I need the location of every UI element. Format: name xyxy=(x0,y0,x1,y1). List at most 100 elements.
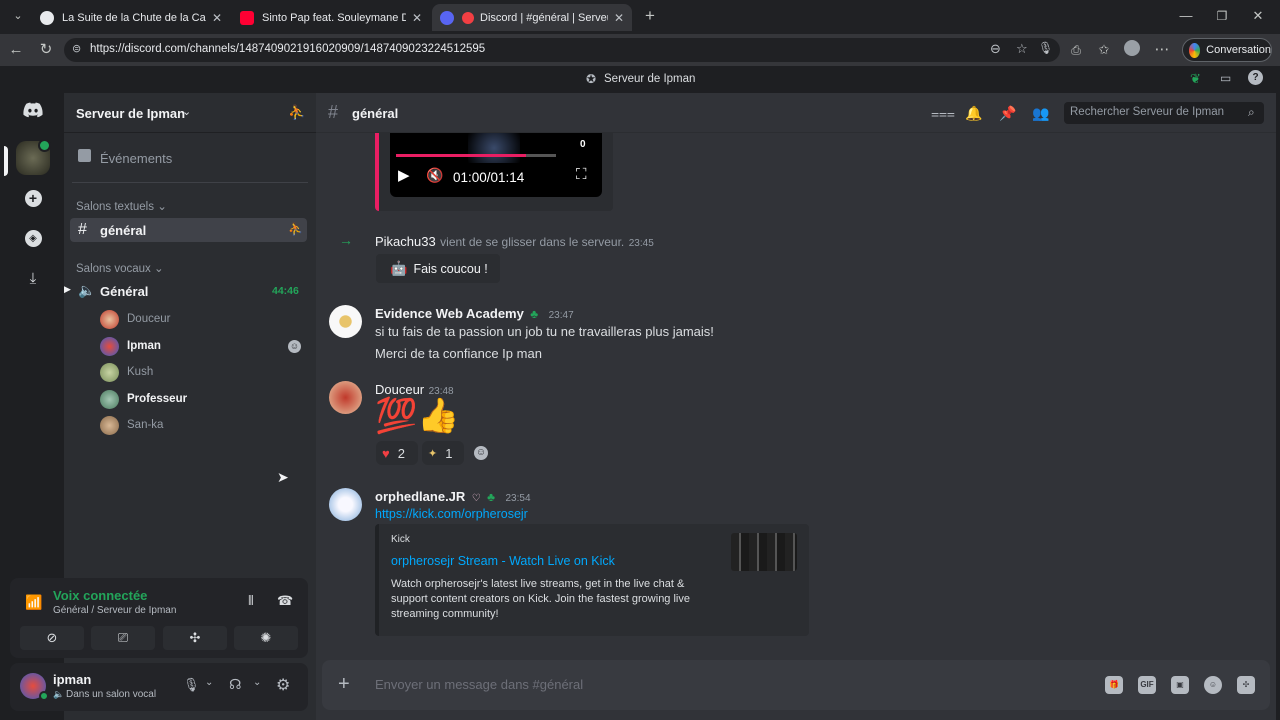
message-author[interactable]: Evidence Web Academy xyxy=(375,306,524,321)
explore-servers-icon[interactable]: ◈ xyxy=(18,223,48,253)
back-icon[interactable]: ← xyxy=(6,40,26,60)
soundboard-button[interactable]: ✺ xyxy=(234,626,298,650)
server-ipman-icon[interactable] xyxy=(16,139,51,175)
site-info-icon[interactable]: ⊜ xyxy=(72,42,81,55)
headphones-icon[interactable]: ☊ xyxy=(229,676,241,693)
thumbs-up-emoji: 👍 xyxy=(417,397,460,435)
username[interactable]: ipman xyxy=(53,672,91,687)
chevron-down-icon[interactable]: ⌄ xyxy=(205,677,213,688)
notification-bell-icon[interactable]: 🔔 xyxy=(965,105,983,123)
reaction-heart[interactable]: ♥ 2 xyxy=(376,441,418,465)
member-list-icon[interactable]: 👥 xyxy=(1032,105,1050,123)
apps-icon[interactable]: ✣ xyxy=(1237,676,1255,694)
chevron-down-icon[interactable]: ⌄ xyxy=(182,105,191,118)
activities-button[interactable]: ✣ xyxy=(163,626,227,650)
browser-tab-3-active[interactable]: Discord | #général | Serveur d ✕ xyxy=(432,4,632,31)
browser-tab-1[interactable]: La Suite de la Chute de la Cabale ✕ xyxy=(32,4,230,31)
avatar[interactable] xyxy=(329,488,362,521)
tab-label: Sinto Pap feat. Souleymane Diama xyxy=(262,11,406,24)
invite-people-icon[interactable]: ⛹ xyxy=(288,104,305,121)
camera-off-button[interactable]: ⊘ xyxy=(20,626,84,650)
restore-icon[interactable]: ❐ xyxy=(1212,6,1232,26)
bookmark-star-icon[interactable]: ☆ xyxy=(1016,41,1028,57)
disconnect-icon[interactable]: ☎ xyxy=(277,593,293,609)
reading-mode-icon[interactable]: ⎙ xyxy=(1066,40,1086,60)
inbox-icon[interactable]: ▭ xyxy=(1220,71,1231,85)
video-player[interactable]: 0 ▶ 🔇 01:00/01:14 ⛶ xyxy=(390,133,602,197)
server-name[interactable]: Serveur de Ipman xyxy=(76,106,185,121)
close-tab-icon[interactable]: ✕ xyxy=(614,11,624,25)
menu-dots-icon[interactable]: ⋯ xyxy=(1152,40,1172,60)
download-apps-icon[interactable]: ⤓ xyxy=(18,263,48,293)
url-text[interactable]: https://discord.com/channels/14874090219… xyxy=(90,43,485,55)
search-icon[interactable]: ⌕ xyxy=(1248,105,1255,120)
voice-user-kush[interactable]: Kush xyxy=(100,362,153,382)
mute-icon[interactable]: 🔇 xyxy=(426,167,443,184)
emoji-picker-icon[interactable]: ☺ xyxy=(1204,676,1222,694)
chevron-down-icon[interactable]: ⌄ xyxy=(253,677,261,688)
signal-icon[interactable]: 📶 xyxy=(25,594,42,611)
gift-icon[interactable]: 🎁 xyxy=(1105,676,1123,694)
fullscreen-icon[interactable]: ⛶ xyxy=(576,166,587,183)
events-item[interactable]: Événements xyxy=(72,147,308,169)
embed-thumbnail[interactable] xyxy=(731,533,797,571)
voice-location[interactable]: Général / Serveur de Ipman xyxy=(53,605,176,616)
avatar xyxy=(100,362,119,382)
reload-icon[interactable]: ↻ xyxy=(36,40,56,60)
window-close-icon[interactable]: ✕ xyxy=(1248,6,1268,26)
gif-picker-button[interactable]: GIF xyxy=(1138,676,1156,694)
message-link[interactable]: https://kick.com/orpherosejr xyxy=(375,507,528,521)
avatar[interactable] xyxy=(329,305,362,338)
add-server-icon[interactable]: + xyxy=(18,183,48,213)
text-channels-category[interactable]: Salons textuels ⌄ xyxy=(76,199,167,213)
browser-tab-2[interactable]: Sinto Pap feat. Souleymane Diama ✕ xyxy=(232,4,430,31)
help-icon[interactable]: ? xyxy=(1248,70,1263,85)
microphone-icon[interactable]: 🎙 xyxy=(183,677,200,693)
voice-user-douceur[interactable]: Douceur xyxy=(100,309,170,329)
message-author[interactable]: Douceur xyxy=(375,382,424,397)
tab-list-icon[interactable]: ⌄ xyxy=(8,6,28,26)
video-progress-track[interactable] xyxy=(396,154,556,157)
create-invite-icon[interactable]: ⛹ xyxy=(288,222,303,236)
join-username[interactable]: Pikachu33 xyxy=(375,234,436,249)
sticker-icon[interactable]: ▣ xyxy=(1171,676,1189,694)
add-reaction-button[interactable]: ☺ xyxy=(468,441,498,465)
settings-gear-icon[interactable]: ⚙ xyxy=(276,675,290,695)
pin-icon[interactable]: 📌 xyxy=(999,105,1017,123)
minimize-icon[interactable]: — xyxy=(1176,6,1196,26)
wave-button[interactable]: 🤖 Fais coucou ! xyxy=(376,254,500,283)
threads-icon[interactable]: ⩶ xyxy=(931,105,955,123)
channel-general-voice[interactable]: ▶ 🔈 Général 44:46 xyxy=(64,280,307,302)
discord-home-icon[interactable] xyxy=(18,95,48,125)
profile-icon[interactable] xyxy=(1122,40,1142,60)
wumpus-wave-icon: 🤖 xyxy=(390,260,408,276)
voice-channels-category[interactable]: Salons vocaux ⌄ xyxy=(76,261,164,275)
nitro-leaf-icon[interactable]: ❦ xyxy=(1190,71,1201,87)
channel-general-text[interactable]: # général ⛹ xyxy=(70,218,307,242)
favorites-icon[interactable]: ✩ xyxy=(1094,40,1114,60)
message-input[interactable]: Envoyer un message dans #général xyxy=(375,677,583,692)
new-tab-icon[interactable]: + xyxy=(640,6,660,26)
play-icon[interactable]: ▶ xyxy=(398,166,410,184)
voice-user-professeur[interactable]: Professeur xyxy=(100,389,187,409)
search-input[interactable]: Rechercher Serveur de Ipman ⌕ xyxy=(1064,102,1264,124)
message-composer[interactable]: + Envoyer un message dans #général 🎁 GIF… xyxy=(322,660,1270,710)
voice-connection-panel: 📶 Voix connectée Général / Serveur de Ip… xyxy=(10,578,308,658)
address-bar[interactable]: ⊜ https://discord.com/channels/148740902… xyxy=(64,38,1060,62)
conversation-button[interactable]: Conversation xyxy=(1182,38,1272,62)
share-screen-button[interactable]: ⎚ xyxy=(91,626,155,650)
extension-icon[interactable]: ⊖ xyxy=(990,41,1001,57)
close-tab-icon[interactable]: ✕ xyxy=(412,11,422,25)
embed-title[interactable]: orpherosejr Stream - Watch Live on Kick xyxy=(391,554,615,568)
voice-user-san-ka[interactable]: San-ka xyxy=(100,415,163,435)
voice-status[interactable]: Voix connectée xyxy=(53,588,147,603)
message-author[interactable]: orphedlane.JR xyxy=(375,489,465,504)
server-header[interactable]: Serveur de Ipman ⌄ ⛹ xyxy=(64,93,316,133)
close-tab-icon[interactable]: ✕ xyxy=(212,11,222,25)
microphone-icon[interactable]: 🎙 xyxy=(1038,41,1053,55)
reaction-custom[interactable]: ✦ 1 xyxy=(422,441,464,465)
attach-plus-icon[interactable]: + xyxy=(338,673,350,696)
avatar[interactable] xyxy=(329,381,362,414)
voice-user-ipman[interactable]: Ipman xyxy=(100,336,161,356)
noise-suppression-icon[interactable]: ⦀ xyxy=(248,593,254,609)
